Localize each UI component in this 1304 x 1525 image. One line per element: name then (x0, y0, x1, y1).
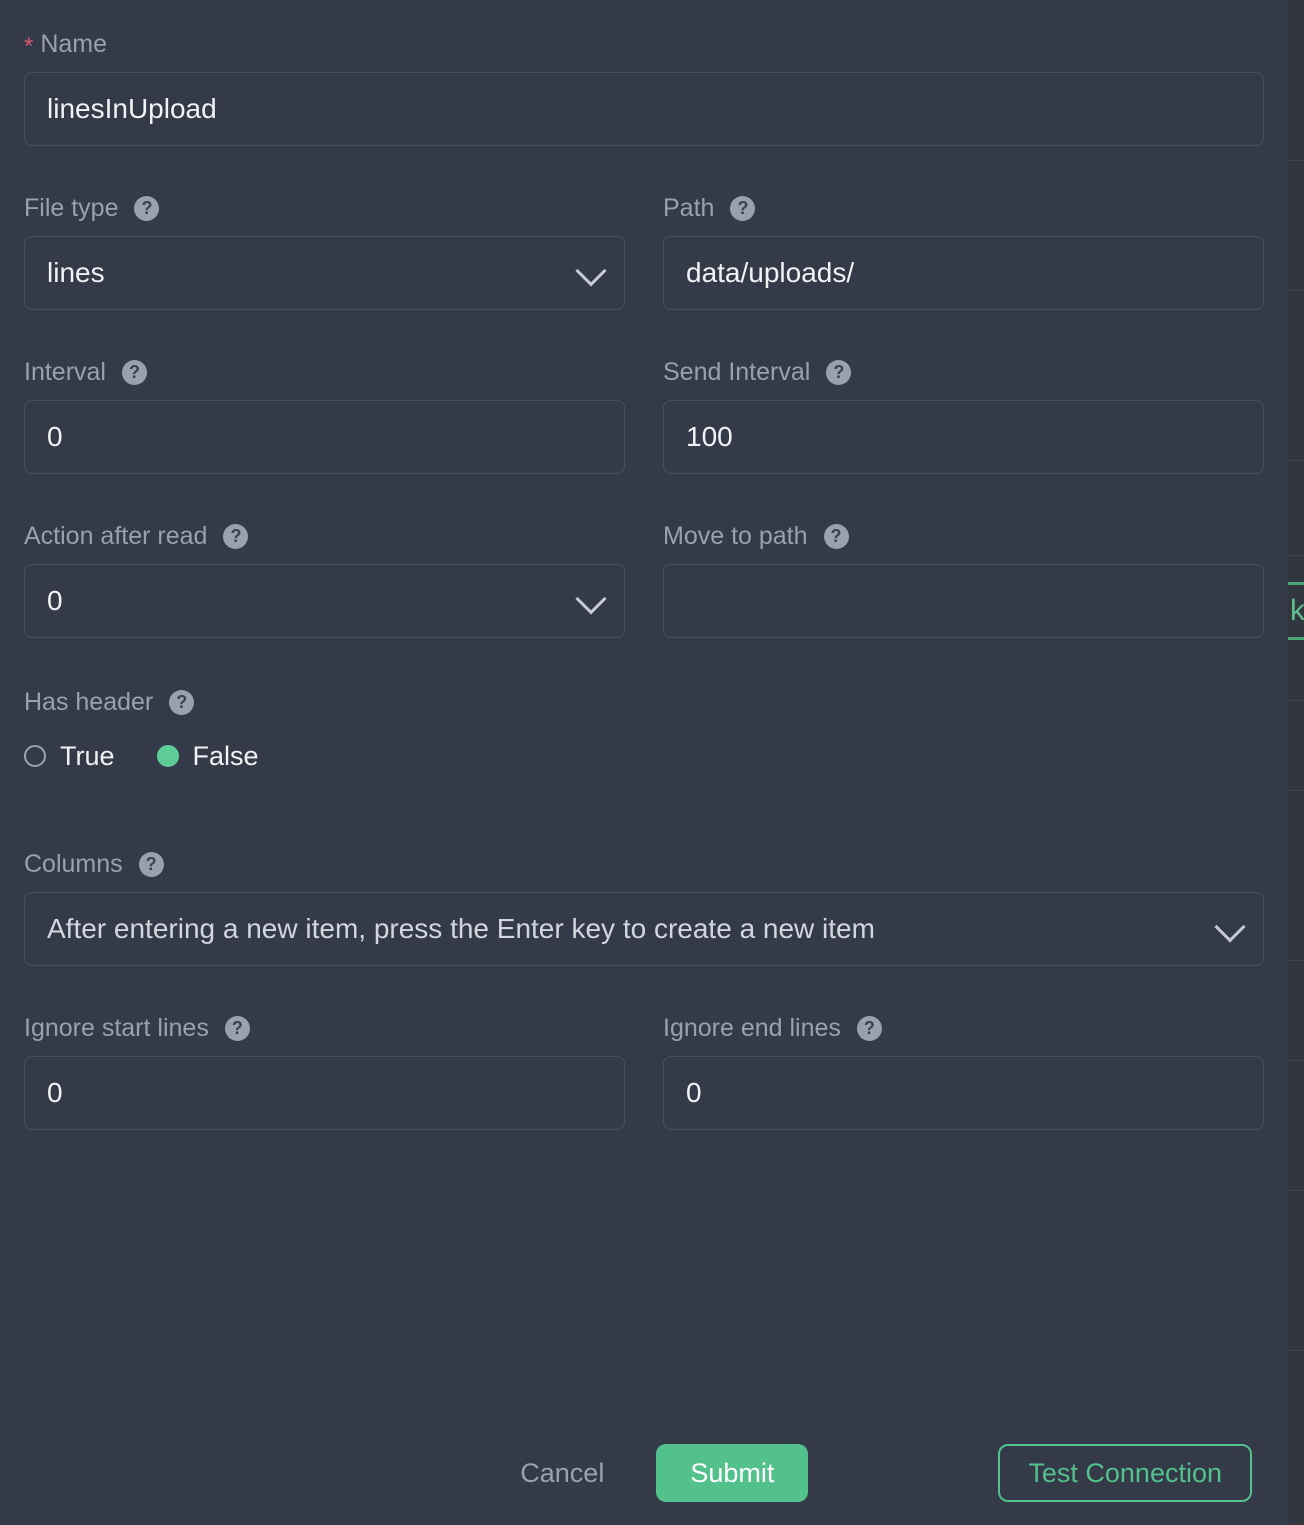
send-interval-label: Send Interval ? (663, 354, 1264, 390)
radio-label-true: True (60, 741, 115, 772)
path-label: Path ? (663, 190, 1264, 226)
dialog-footer: Cancel Submit Test Connection (24, 1443, 1264, 1503)
radio-dot-icon (157, 745, 179, 767)
test-connection-button[interactable]: Test Connection (998, 1444, 1252, 1502)
name-input[interactable]: linesInUpload (24, 72, 1264, 146)
path-input-value: data/uploads/ (686, 257, 854, 289)
help-icon[interactable]: ? (824, 524, 849, 549)
file-type-label: File type ? (24, 190, 625, 226)
path-input[interactable]: data/uploads/ (663, 236, 1264, 310)
send-interval-input-value: 100 (686, 421, 733, 453)
move-to-path-input[interactable] (663, 564, 1264, 638)
field-file-type: File type ? lines (24, 190, 625, 310)
field-ignore-start-lines: Ignore start lines ? 0 (24, 1010, 625, 1130)
ignore-end-lines-label: Ignore end lines ? (663, 1010, 1264, 1046)
interval-input[interactable]: 0 (24, 400, 625, 474)
connector-config-dialog: * Name linesInUpload File type ? lines P… (0, 0, 1288, 1525)
file-type-value: lines (47, 257, 105, 289)
columns-placeholder-text: After entering a new item, press the Ent… (47, 913, 875, 945)
submit-button[interactable]: Submit (656, 1444, 808, 1502)
field-has-header: Has header ? True False (24, 684, 1264, 784)
action-after-read-label-text: Action after read (24, 522, 207, 551)
help-icon[interactable]: ? (223, 524, 248, 549)
radio-label-false: False (193, 741, 259, 772)
has-header-label-text: Has header (24, 688, 153, 717)
cancel-button[interactable]: Cancel (500, 1458, 624, 1489)
table-row-divider (1288, 960, 1304, 961)
file-type-select[interactable]: lines (24, 236, 625, 310)
table-row-divider (1288, 160, 1304, 161)
ignore-end-lines-value: 0 (686, 1077, 702, 1109)
radio-dot-icon (24, 745, 46, 767)
help-icon[interactable]: ? (730, 196, 755, 221)
help-icon[interactable]: ? (122, 360, 147, 385)
name-label: * Name (24, 26, 1264, 62)
field-interval: Interval ? 0 (24, 354, 625, 474)
help-icon[interactable]: ? (169, 690, 194, 715)
table-cell-highlighted[interactable]: k (1288, 582, 1304, 640)
field-name: * Name linesInUpload (24, 0, 1264, 146)
field-action-after-read: Action after read ? 0 (24, 518, 625, 638)
ignore-end-lines-input[interactable]: 0 (663, 1056, 1264, 1130)
chevron-down-icon (575, 583, 606, 614)
path-label-text: Path (663, 194, 714, 223)
help-icon[interactable]: ? (857, 1016, 882, 1041)
radio-option-false[interactable]: False (157, 741, 259, 772)
send-interval-input[interactable]: 100 (663, 400, 1264, 474)
name-input-value: linesInUpload (47, 93, 217, 125)
has-header-radio-group: True False (24, 728, 1264, 784)
chevron-down-icon (575, 255, 606, 286)
columns-label: Columns ? (24, 846, 1264, 882)
action-after-read-value: 0 (47, 585, 63, 617)
background-table-strip: k (1288, 0, 1304, 1525)
help-icon[interactable]: ? (225, 1016, 250, 1041)
has-header-label: Has header ? (24, 684, 1264, 720)
field-columns: Columns ? After entering a new item, pre… (24, 846, 1264, 966)
chevron-down-icon (1214, 911, 1245, 942)
table-row-divider (1288, 555, 1304, 556)
send-interval-label-text: Send Interval (663, 358, 810, 387)
interval-label: Interval ? (24, 354, 625, 390)
interval-label-text: Interval (24, 358, 106, 387)
ignore-start-lines-label-text: Ignore start lines (24, 1014, 209, 1043)
columns-label-text: Columns (24, 850, 123, 879)
action-after-read-select[interactable]: 0 (24, 564, 625, 638)
move-to-path-label: Move to path ? (663, 518, 1264, 554)
radio-option-true[interactable]: True (24, 741, 115, 772)
table-row-divider (1288, 460, 1304, 461)
table-row-divider (1288, 1190, 1304, 1191)
table-row-divider (1288, 1060, 1304, 1061)
ignore-start-lines-value: 0 (47, 1077, 63, 1109)
field-send-interval: Send Interval ? 100 (663, 354, 1264, 474)
required-asterisk-icon: * (24, 35, 33, 59)
file-type-label-text: File type (24, 194, 118, 223)
field-move-to-path: Move to path ? (663, 518, 1264, 638)
columns-tags-input[interactable]: After entering a new item, press the Ent… (24, 892, 1264, 966)
interval-input-value: 0 (47, 421, 63, 453)
table-row-divider (1288, 290, 1304, 291)
help-icon[interactable]: ? (826, 360, 851, 385)
ignore-end-lines-label-text: Ignore end lines (663, 1014, 841, 1043)
ignore-start-lines-label: Ignore start lines ? (24, 1010, 625, 1046)
help-icon[interactable]: ? (134, 196, 159, 221)
ignore-start-lines-input[interactable]: 0 (24, 1056, 625, 1130)
move-to-path-label-text: Move to path (663, 522, 808, 551)
name-label-text: Name (40, 30, 107, 59)
table-row-divider (1288, 700, 1304, 701)
action-after-read-label: Action after read ? (24, 518, 625, 554)
field-path: Path ? data/uploads/ (663, 190, 1264, 310)
field-ignore-end-lines: Ignore end lines ? 0 (663, 1010, 1264, 1130)
table-row-divider (1288, 790, 1304, 791)
help-icon[interactable]: ? (139, 852, 164, 877)
table-row-divider (1288, 1350, 1304, 1351)
